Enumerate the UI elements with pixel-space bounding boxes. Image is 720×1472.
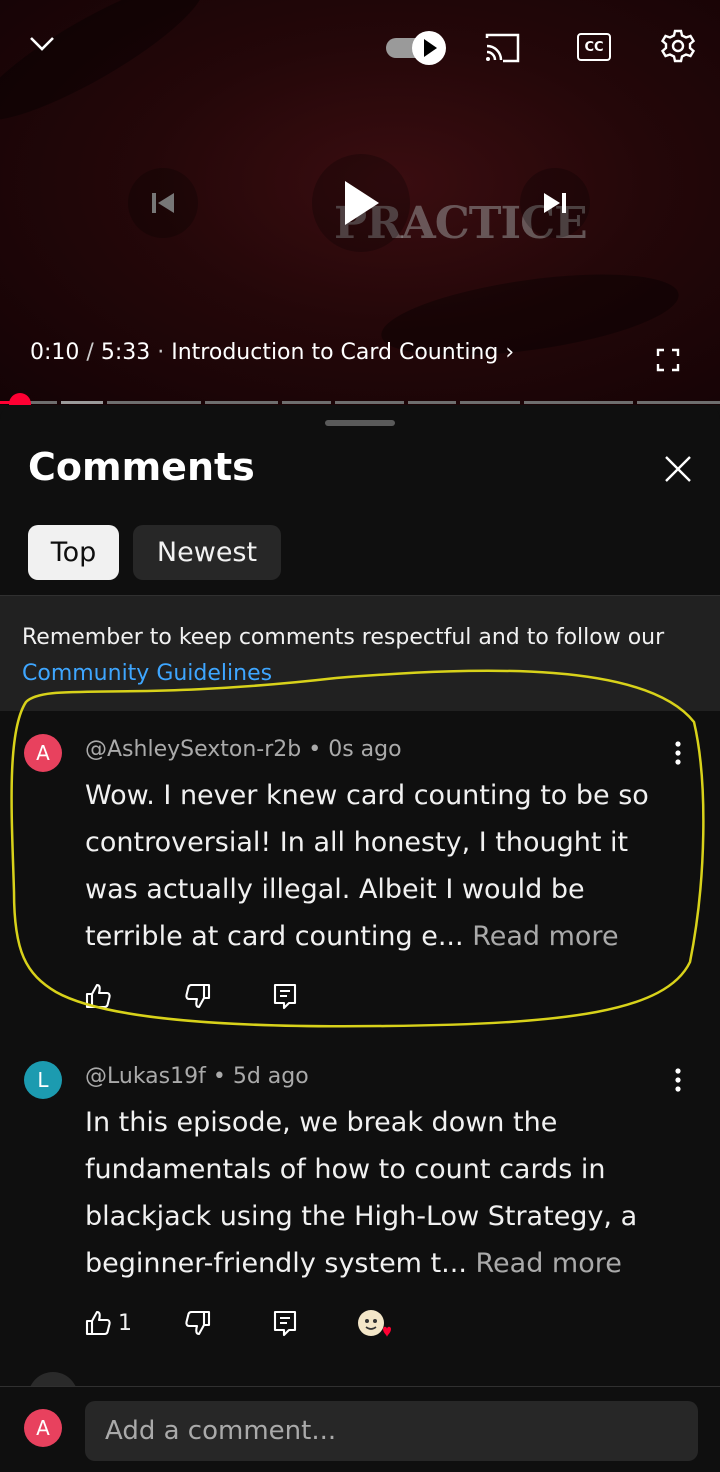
scrubber-handle[interactable] [9, 393, 31, 405]
video-frame-shadow [0, 0, 218, 141]
add-comment-bar: A Add a comment... [0, 1386, 720, 1472]
thumbs-down-icon [185, 983, 211, 1009]
fullscreen-button[interactable] [652, 344, 684, 376]
chapter-segment [205, 401, 278, 404]
chapter-title: Introduction to Card Counting [171, 340, 499, 365]
cast-icon [485, 33, 520, 63]
video-player[interactable]: PRACTICE CC 0:10 / 5:33 · Introduction t… [0, 0, 720, 405]
meta-dot: • [212, 1064, 226, 1089]
meta-dot: • [308, 737, 322, 762]
play-button[interactable] [312, 154, 410, 252]
creator-heart-badge [356, 1308, 392, 1344]
comment-menu-button[interactable] [666, 1065, 690, 1095]
gear-icon [660, 29, 696, 63]
captions-label: CC [584, 39, 604, 55]
chapter-segment [335, 401, 404, 404]
chapter-title-button[interactable]: Introduction to Card Counting › [171, 340, 514, 365]
reply-icon [273, 983, 297, 1010]
read-more-link[interactable]: Read more [472, 921, 618, 952]
read-more-link[interactable]: Read more [476, 1248, 622, 1279]
like-button[interactable] [84, 982, 118, 1010]
thumbs-up-icon [85, 983, 111, 1009]
comment-menu-button[interactable] [666, 738, 690, 768]
time-separator: / [86, 340, 94, 365]
more-vert-icon [675, 1068, 681, 1092]
autoplay-toggle[interactable] [384, 28, 450, 68]
close-button[interactable] [660, 451, 696, 487]
notice-text: Remember to keep comments respectful and… [22, 625, 665, 650]
reply-button[interactable] [272, 1309, 298, 1337]
time-and-chapter: 0:10 / 5:33 · Introduction to Card Count… [30, 340, 514, 365]
filter-top-chip[interactable]: Top [28, 525, 119, 580]
comment-text: In this episode, we break down the funda… [85, 1099, 685, 1287]
comment-author[interactable]: @AshleySexton-r2b [85, 737, 301, 762]
reply-icon [273, 1310, 297, 1337]
chapter-segment [61, 401, 103, 404]
video-duration: 5:33 [100, 340, 151, 365]
avatar[interactable]: A [24, 734, 62, 772]
minimize-button[interactable] [22, 24, 62, 64]
filter-newest-chip[interactable]: Newest [133, 525, 281, 580]
community-guidelines-link[interactable]: Community Guidelines [22, 661, 272, 686]
comment-text: Wow. I never knew card counting to be so… [85, 772, 685, 960]
comment-time: 0s ago [328, 737, 402, 762]
drag-handle[interactable] [325, 420, 395, 426]
chapter-segment [460, 401, 520, 404]
reply-button[interactable] [272, 982, 298, 1010]
next-video-button[interactable] [520, 168, 590, 238]
chapter-segment [408, 401, 456, 404]
previous-icon [152, 193, 174, 213]
like-count: 1 [118, 1310, 132, 1336]
captions-icon: CC [577, 33, 611, 61]
chevron-down-icon [30, 37, 54, 51]
like-button[interactable]: 1 [84, 1309, 132, 1337]
next-icon [544, 193, 566, 213]
dislike-button[interactable] [184, 1309, 212, 1337]
panel-title: Comments [28, 445, 255, 489]
current-time: 0:10 [30, 340, 80, 365]
comment-author[interactable]: @Lukas19f [85, 1064, 206, 1089]
creator-heart-icon [358, 1310, 391, 1337]
more-vert-icon [675, 741, 681, 765]
chevron-right-icon: › [505, 340, 515, 365]
chapter-segment [637, 401, 720, 404]
thumbs-down-icon [185, 1310, 211, 1336]
chapter-segment [107, 401, 201, 404]
chapter-segment [524, 401, 633, 404]
add-comment-input[interactable]: Add a comment... [85, 1401, 698, 1461]
dislike-button[interactable] [184, 982, 212, 1010]
user-avatar: A [24, 1409, 62, 1447]
cast-button[interactable] [482, 28, 522, 68]
guidelines-notice: Remember to keep comments respectful and… [0, 596, 720, 711]
thumbs-up-icon [85, 1310, 111, 1336]
avatar[interactable]: L [24, 1061, 62, 1099]
chapter-dot: · [157, 340, 165, 365]
comment-header: @Lukas19f • 5d ago [85, 1064, 309, 1089]
settings-button[interactable] [658, 26, 698, 66]
close-icon [665, 456, 691, 482]
captions-button[interactable]: CC [576, 30, 612, 64]
play-icon [345, 181, 379, 225]
autoplay-toggle-icon [386, 31, 446, 65]
fullscreen-icon [656, 348, 680, 372]
previous-video-button[interactable] [128, 168, 198, 238]
comment-header: @AshleySexton-r2b • 0s ago [85, 737, 402, 762]
chapter-segment [282, 401, 331, 404]
comment-time: 5d ago [232, 1064, 309, 1089]
